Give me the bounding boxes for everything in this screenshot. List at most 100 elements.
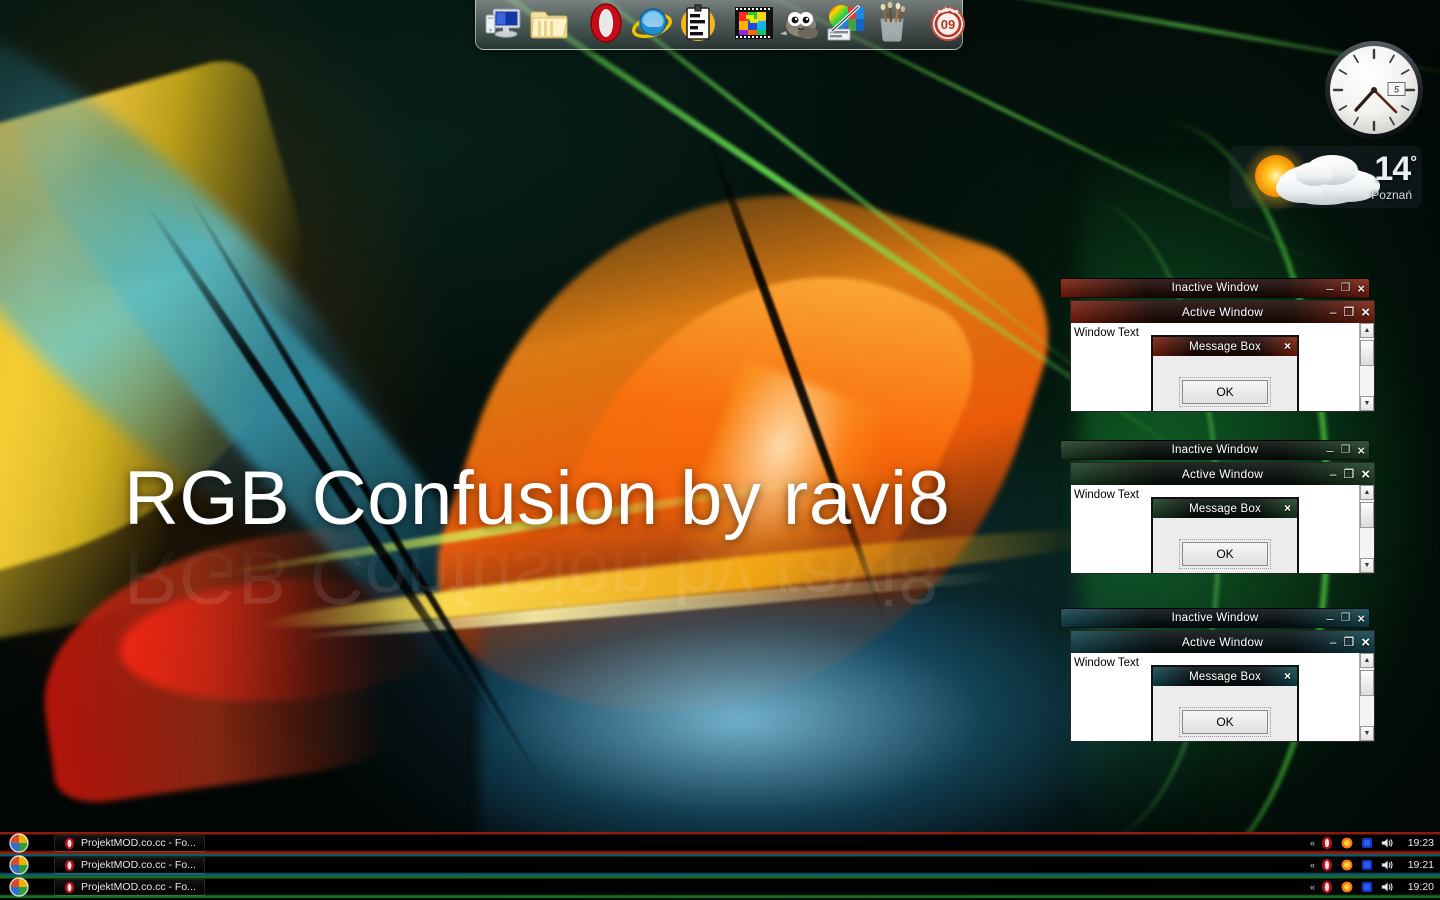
badge-09-icon[interactable]: 09 <box>926 1 970 45</box>
message-box-titlebar[interactable]: Message Box × <box>1153 667 1297 686</box>
application-dock[interactable]: 09 <box>475 0 965 50</box>
sun-tray-icon[interactable] <box>1340 880 1354 894</box>
message-box-ok-button[interactable]: OK <box>1179 539 1271 569</box>
opera-tray-icon[interactable] <box>1320 836 1334 850</box>
internet-explorer-icon[interactable] <box>630 1 674 45</box>
active-window-titlebar[interactable]: Active Window – ❐ × <box>1071 463 1374 485</box>
minimize-button[interactable]: – <box>1326 612 1333 625</box>
sun-tray-icon[interactable] <box>1340 858 1354 872</box>
maximize-button[interactable]: ❐ <box>1341 612 1351 624</box>
inactive-window-titlebar[interactable]: Inactive Window – ❐ × <box>1061 279 1369 297</box>
tray-clock[interactable]: 19:20 <box>1400 881 1434 893</box>
opera-icon[interactable] <box>584 1 628 45</box>
start-button[interactable] <box>6 877 32 897</box>
inactive-window[interactable]: Inactive Window – ❐ × <box>1060 440 1370 460</box>
message-box-titlebar[interactable]: Message Box × <box>1153 337 1297 356</box>
start-button[interactable] <box>6 855 32 875</box>
analog-clock-gadget[interactable]: 5 <box>1322 38 1426 142</box>
paint-tools-icon[interactable] <box>870 1 914 45</box>
scrollbar-track[interactable] <box>1360 500 1374 558</box>
close-button[interactable]: × <box>1357 612 1365 625</box>
scroll-up-arrow[interactable]: ▲ <box>1360 485 1374 500</box>
system-tray[interactable]: « 19:21 <box>1310 858 1440 872</box>
folder-icon[interactable] <box>528 1 572 45</box>
scrollbar-track[interactable] <box>1360 338 1374 396</box>
close-button[interactable]: × <box>1361 305 1370 320</box>
message-box[interactable]: Message Box × OK <box>1151 497 1299 573</box>
speaker-tray-icon[interactable] <box>1380 858 1394 872</box>
inactive-window[interactable]: Inactive Window – ❐ × <box>1060 608 1370 628</box>
vertical-scrollbar[interactable]: ▲ ▼ <box>1359 323 1374 411</box>
maximize-button[interactable]: ❐ <box>1343 468 1354 480</box>
active-window-titlebar[interactable]: Active Window – ❐ × <box>1071 301 1374 323</box>
maximize-button[interactable]: ❐ <box>1343 636 1354 648</box>
blue-tray-icon[interactable] <box>1360 880 1374 894</box>
taskbar-3[interactable]: ProjektMOD.co.cc - Fo... « 19:20 <box>0 876 1440 898</box>
notes-icon[interactable] <box>676 1 720 45</box>
active-window[interactable]: Active Window – ❐ × Window Text Message … <box>1070 462 1375 574</box>
tray-clock[interactable]: 19:23 <box>1400 837 1434 849</box>
inactive-window[interactable]: Inactive Window – ❐ × <box>1060 278 1370 298</box>
scroll-down-arrow[interactable]: ▼ <box>1360 396 1374 411</box>
tray-expand-chevron-icon[interactable]: « <box>1310 882 1315 892</box>
message-box-close-button[interactable]: × <box>1284 501 1291 515</box>
taskbar-1[interactable]: ProjektMOD.co.cc - Fo... « 19:23 <box>0 832 1440 854</box>
active-window-client-area[interactable]: Window Text Message Box × OK <box>1071 485 1359 573</box>
active-window-client-area[interactable]: Window Text Message Box × OK <box>1071 323 1359 411</box>
inactive-window-titlebar[interactable]: Inactive Window – ❐ × <box>1061 609 1369 627</box>
maximize-button[interactable]: ❐ <box>1341 444 1351 456</box>
scroll-up-arrow[interactable]: ▲ <box>1360 653 1374 668</box>
message-box-ok-button[interactable]: OK <box>1179 377 1271 407</box>
active-window[interactable]: Active Window – ❐ × Window Text Message … <box>1070 630 1375 742</box>
weather-gadget[interactable]: 14° Poznań <box>1228 138 1424 216</box>
scrollbar-thumb[interactable] <box>1360 502 1374 528</box>
active-window-titlebar[interactable]: Active Window – ❐ × <box>1071 631 1374 653</box>
scrollbar-thumb[interactable] <box>1360 340 1374 366</box>
scrollbar-track[interactable] <box>1360 668 1374 726</box>
active-window-client-area[interactable]: Window Text Message Box × OK <box>1071 653 1359 741</box>
scroll-up-arrow[interactable]: ▲ <box>1360 323 1374 338</box>
blue-tray-icon[interactable] <box>1360 858 1374 872</box>
scroll-down-arrow[interactable]: ▼ <box>1360 558 1374 573</box>
message-box-titlebar[interactable]: Message Box × <box>1153 499 1297 518</box>
close-button[interactable]: × <box>1357 282 1365 295</box>
scrollbar-thumb[interactable] <box>1360 670 1374 696</box>
computer-icon[interactable] <box>482 1 526 45</box>
tray-expand-chevron-icon[interactable]: « <box>1310 860 1315 870</box>
vertical-scrollbar[interactable]: ▲ ▼ <box>1359 653 1374 741</box>
minimize-button[interactable]: – <box>1326 282 1333 295</box>
maximize-button[interactable]: ❐ <box>1343 306 1354 318</box>
minimize-button[interactable]: – <box>1330 306 1337 318</box>
taskbar-task-button[interactable]: ProjektMOD.co.cc - Fo... <box>54 878 205 896</box>
scroll-down-arrow[interactable]: ▼ <box>1360 726 1374 741</box>
opera-tray-icon[interactable] <box>1320 880 1334 894</box>
opera-tray-icon[interactable] <box>1320 858 1334 872</box>
message-box-ok-button[interactable]: OK <box>1179 707 1271 737</box>
blue-tray-icon[interactable] <box>1360 836 1374 850</box>
minimize-button[interactable]: – <box>1326 444 1333 457</box>
system-tray[interactable]: « 19:23 <box>1310 836 1440 850</box>
message-box[interactable]: Message Box × OK <box>1151 335 1299 411</box>
gimp-icon[interactable] <box>778 1 822 45</box>
taskbar-2[interactable]: ProjektMOD.co.cc - Fo... « 19:21 <box>0 854 1440 876</box>
minimize-button[interactable]: – <box>1330 636 1337 648</box>
message-box-close-button[interactable]: × <box>1284 669 1291 683</box>
close-button[interactable]: × <box>1361 635 1370 650</box>
close-button[interactable]: × <box>1361 467 1370 482</box>
vertical-scrollbar[interactable]: ▲ ▼ <box>1359 485 1374 573</box>
tray-expand-chevron-icon[interactable]: « <box>1310 838 1315 848</box>
taskbar-task-button[interactable]: ProjektMOD.co.cc - Fo... <box>54 856 205 874</box>
active-window[interactable]: Active Window – ❐ × Window Text Message … <box>1070 300 1375 412</box>
maximize-button[interactable]: ❐ <box>1341 282 1351 294</box>
taskbar-task-button[interactable]: ProjektMOD.co.cc - Fo... <box>54 834 205 852</box>
message-box[interactable]: Message Box × OK <box>1151 665 1299 741</box>
close-button[interactable]: × <box>1357 444 1365 457</box>
tray-clock[interactable]: 19:21 <box>1400 859 1434 871</box>
sun-tray-icon[interactable] <box>1340 836 1354 850</box>
minimize-button[interactable]: – <box>1330 468 1337 480</box>
system-tray[interactable]: « 19:20 <box>1310 880 1440 894</box>
speaker-tray-icon[interactable] <box>1380 880 1394 894</box>
message-box-close-button[interactable]: × <box>1284 339 1291 353</box>
start-button[interactable] <box>6 833 32 853</box>
speaker-tray-icon[interactable] <box>1380 836 1394 850</box>
